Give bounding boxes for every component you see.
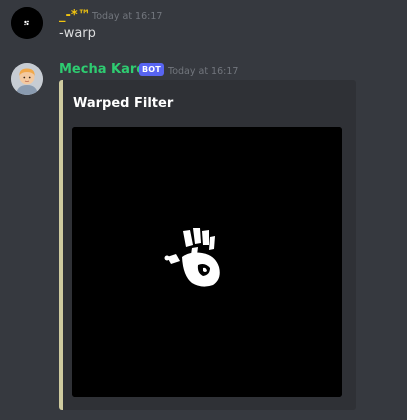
message-user: _-*™ Today at 16:17 -warp xyxy=(0,0,407,50)
user-avatar[interactable] xyxy=(11,7,43,39)
timestamp: Today at 16:17 xyxy=(168,66,239,77)
embed-image[interactable] xyxy=(72,127,342,397)
user-avatar-image xyxy=(11,7,43,39)
bot-avatar-image xyxy=(11,63,43,95)
embed-title: Warped Filter xyxy=(73,96,174,111)
timestamp: Today at 16:17 xyxy=(92,11,163,22)
warped-hand-icon xyxy=(72,127,342,397)
embed: Warped Filter xyxy=(59,80,356,410)
username[interactable]: _-*™ xyxy=(59,8,91,23)
bot-tag: BOT xyxy=(139,63,164,76)
bot-avatar[interactable] xyxy=(11,63,43,95)
embed-accent-bar xyxy=(59,80,63,410)
message-content: -warp xyxy=(59,26,96,41)
